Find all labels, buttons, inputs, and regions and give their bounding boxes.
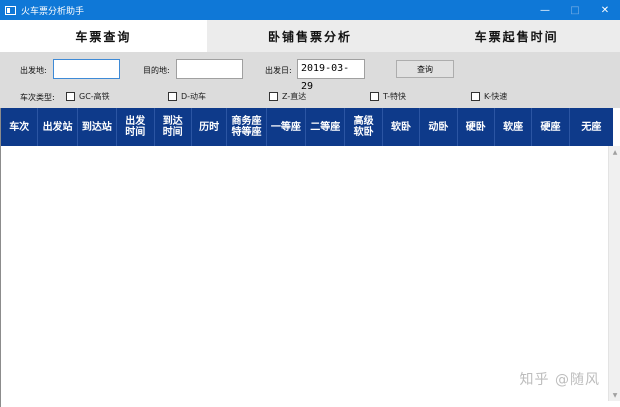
window-title: 火车票分析助手 — [21, 6, 85, 17]
results-table[interactable]: 车次 出发站 到达站 出发 时间 到达 时间 历时 商务座 特等座 一等座 二等座 高级 软卧 软卧 动卧 硬卧… — [0, 108, 620, 407]
title-bar: 火车票分析助手 — □ ✕ — [0, 0, 620, 20]
maximize-icon[interactable]: □ — [560, 0, 590, 20]
from-label: 出发地: — [20, 66, 47, 75]
column-header[interactable]: 历时 — [192, 108, 228, 146]
to-label: 目的地: — [143, 66, 170, 75]
query-button[interactable]: 查询 — [396, 60, 454, 78]
vertical-scrollbar[interactable]: ▲ ▼ — [608, 146, 620, 401]
to-input[interactable] — [176, 59, 243, 79]
column-header[interactable]: 高级 软卧 — [345, 108, 383, 146]
app-icon — [5, 5, 16, 15]
scroll-up-icon[interactable]: ▲ — [609, 146, 620, 158]
column-header[interactable]: 出发站 — [38, 108, 78, 146]
checkbox-d[interactable]: D-动车 — [168, 91, 206, 102]
column-header[interactable]: 软座 — [495, 108, 533, 146]
from-input[interactable] — [53, 59, 120, 79]
window-controls: — □ ✕ — [530, 0, 620, 20]
checkbox-d-label: D-动车 — [181, 92, 207, 101]
column-header[interactable]: 一等座 — [267, 108, 307, 146]
checkbox-gc-label: GC-高铁 — [79, 92, 110, 101]
scroll-down-icon[interactable]: ▼ — [609, 389, 620, 401]
column-header[interactable]: 二等座 — [306, 108, 346, 146]
checkbox-k-label: K-快速 — [484, 92, 508, 101]
close-icon[interactable]: ✕ — [590, 0, 620, 20]
table-header: 车次 出发站 到达站 出发 时间 到达 时间 历时 商务座 特等座 一等座 二等座 高级 软卧 软卧 动卧 硬卧… — [1, 108, 613, 146]
checkbox-d-box[interactable] — [168, 92, 177, 101]
watermark: 知乎 @随风 — [519, 372, 600, 388]
checkbox-gc-box[interactable] — [66, 92, 75, 101]
checkbox-z[interactable]: Z-直达 — [269, 91, 306, 102]
column-header[interactable]: 到达站 — [78, 108, 118, 146]
column-header[interactable]: 到达 时间 — [155, 108, 192, 146]
column-header[interactable]: 无座 — [570, 108, 613, 146]
checkbox-k[interactable]: K-快速 — [471, 91, 507, 102]
train-type-label: 车次类型: — [20, 93, 55, 102]
tab-sale-start-time[interactable]: 车票起售时间 — [413, 20, 620, 52]
column-header[interactable]: 硬卧 — [458, 108, 495, 146]
checkbox-z-box[interactable] — [269, 92, 278, 101]
search-panel: 出发地: 目的地: 出发日: 2019-03-29 查询 车次类型: GC-高铁… — [0, 52, 620, 108]
checkbox-t-label: T-特快 — [383, 92, 407, 101]
checkbox-gc[interactable]: GC-高铁 — [66, 91, 110, 102]
checkbox-z-label: Z-直达 — [282, 92, 307, 101]
checkbox-t[interactable]: T-特快 — [370, 91, 406, 102]
date-input[interactable]: 2019-03-29 — [297, 59, 365, 92]
column-header[interactable]: 商务座 特等座 — [227, 108, 267, 146]
column-header[interactable]: 车次 — [1, 108, 39, 146]
checkbox-k-box[interactable] — [471, 92, 480, 101]
tab-bar: 车票查询 卧铺售票分析 车票起售时间 — [0, 20, 620, 52]
tab-sleeper-analysis[interactable]: 卧铺售票分析 — [206, 20, 414, 52]
column-header[interactable]: 硬座 — [532, 108, 570, 146]
minimize-icon[interactable]: — — [530, 0, 560, 20]
checkbox-t-box[interactable] — [370, 92, 379, 101]
column-header[interactable]: 软卧 — [383, 108, 421, 146]
date-label: 出发日: — [265, 66, 292, 75]
column-header[interactable]: 出发 时间 — [117, 108, 155, 146]
column-header[interactable]: 动卧 — [420, 108, 458, 146]
tab-ticket-query[interactable]: 车票查询 — [0, 20, 207, 52]
